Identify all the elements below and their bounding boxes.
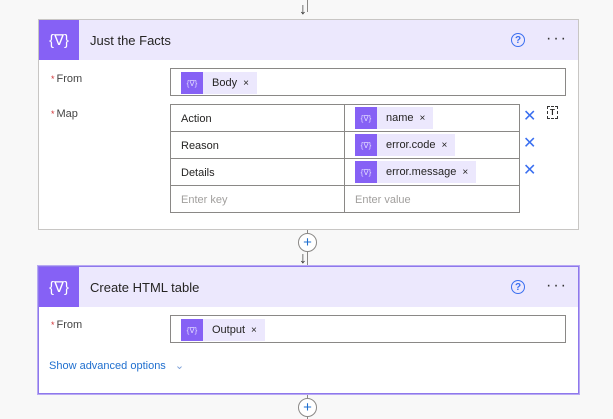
arrow-down-icon: ↓ — [299, 250, 307, 267]
switch-to-text-mode-icon[interactable]: T — [547, 106, 558, 119]
from-label: * From — [51, 319, 83, 331]
remove-token-icon[interactable]: × — [442, 140, 448, 151]
from-input[interactable]: {∇} Body × — [170, 68, 566, 96]
remove-token-icon[interactable]: × — [420, 113, 426, 124]
show-advanced-options-link[interactable]: Show advanced options ⌄ — [49, 359, 184, 372]
delete-row-icon[interactable]: ✕ — [523, 106, 536, 126]
action-card-just-the-facts: {∇} Just the Facts ? ··· * From {∇} Body × … — [38, 19, 579, 230]
help-icon[interactable]: ? — [511, 33, 525, 47]
token-icon: {∇} — [355, 107, 377, 129]
token-name: {∇} name × — [355, 107, 434, 129]
token-icon: {∇} — [355, 134, 377, 156]
more-options-button[interactable]: ··· — [546, 30, 568, 48]
token-icon: {∇} — [181, 319, 203, 341]
connector-line — [307, 0, 308, 12]
new-value-input[interactable]: Enter value — [344, 185, 520, 213]
map-key-input[interactable]: Reason — [170, 131, 345, 159]
action-card-create-html-table: {∇} Create HTML table ? ··· * From {∇} Out… — [38, 266, 579, 394]
remove-token-icon[interactable]: × — [251, 325, 257, 336]
new-key-input[interactable]: Enter key — [170, 185, 345, 213]
token-icon: {∇} — [181, 72, 203, 94]
help-icon[interactable]: ? — [511, 280, 525, 294]
delete-row-icon[interactable]: ✕ — [523, 160, 536, 180]
compose-icon: {∇} — [39, 267, 79, 307]
card-title: Just the Facts — [90, 32, 171, 48]
arrow-down-icon: ↓ — [299, 1, 307, 18]
map-label: * Map — [51, 108, 78, 120]
remove-token-icon[interactable]: × — [243, 78, 249, 89]
map-value-input[interactable]: {∇} name × — [344, 104, 520, 132]
map-key-input[interactable]: Action — [170, 104, 345, 132]
card-title: Create HTML table — [90, 279, 200, 295]
token-error-code: {∇} error.code × — [355, 134, 456, 156]
remove-token-icon[interactable]: × — [462, 167, 468, 178]
token-error-message: {∇} error.message × — [355, 161, 477, 183]
map-value-input[interactable]: {∇} error.code × — [344, 131, 520, 159]
more-options-button[interactable]: ··· — [546, 277, 568, 295]
chevron-down-icon: ⌄ — [174, 360, 185, 372]
token-output: {∇} Output × — [181, 319, 265, 341]
token-icon: {∇} — [355, 161, 377, 183]
from-label: * From — [51, 73, 83, 85]
from-input[interactable]: {∇} Output × — [170, 315, 566, 343]
delete-row-icon[interactable]: ✕ — [523, 133, 536, 153]
insert-step-button[interactable]: + — [298, 398, 317, 417]
map-value-input[interactable]: {∇} error.message × — [344, 158, 520, 186]
card-header[interactable]: {∇} Create HTML table ? ··· — [39, 267, 578, 307]
card-header[interactable]: {∇} Just the Facts ? ··· — [39, 20, 578, 60]
map-key-input[interactable]: Details — [170, 158, 345, 186]
token-body: {∇} Body × — [181, 72, 257, 94]
compose-icon: {∇} — [39, 20, 79, 60]
